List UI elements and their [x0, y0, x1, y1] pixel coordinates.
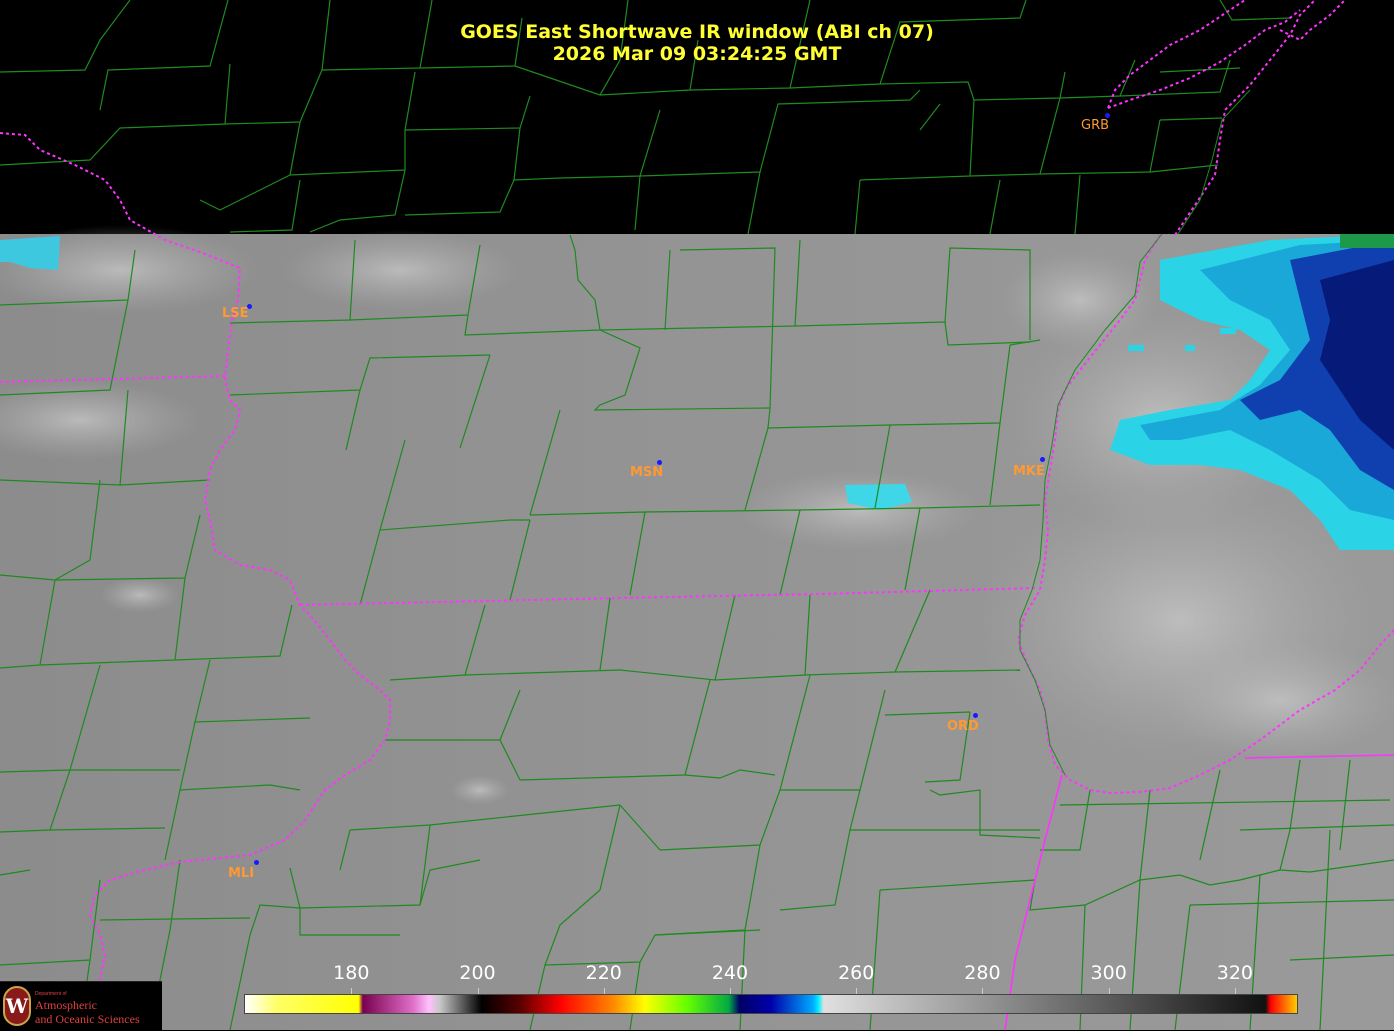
station-dot-mke — [1040, 457, 1045, 462]
station-label-grb: GRB — [1081, 118, 1110, 133]
station-label-msn: MSN — [630, 465, 664, 480]
colorbar-tick-label: 180 — [333, 962, 370, 984]
colorbar-tick-label: 240 — [711, 962, 749, 984]
station-dot-ord — [973, 713, 978, 718]
colorbar-tick-label: 300 — [1090, 962, 1127, 984]
station-dot-mli — [254, 860, 259, 865]
aos-logo: W Department of Atmospheric and Oceanic … — [0, 981, 162, 1031]
station-label-mli: MLI — [228, 866, 255, 881]
station-label-lse: LSE — [222, 306, 249, 321]
satellite-map — [0, 0, 1394, 1030]
station-label-mke: MKE — [1013, 464, 1045, 479]
uw-seal-icon: W — [3, 986, 31, 1026]
colorbar-tick-mark — [856, 988, 858, 994]
colorbar-tick-label: 320 — [1216, 962, 1254, 984]
map-title: GOES East Shortwave IR window (ABI ch 07… — [460, 21, 934, 43]
colorbar-tick-mark — [603, 988, 605, 994]
colorbar-tick-mark — [729, 988, 731, 994]
colorbar-tick-label: 220 — [585, 962, 622, 984]
logo-atmospheric: Atmospheric — [35, 998, 97, 1012]
temperature-colorbar — [244, 994, 1298, 1014]
colorbar-tick-mark — [1234, 988, 1236, 994]
station-label-ord: ORD — [947, 719, 979, 734]
logo-department: Department of — [35, 991, 67, 997]
logo-oceanic: and Oceanic Sciences — [35, 1012, 140, 1026]
colorbar-tick-mark — [982, 988, 984, 994]
colorbar-tick-label: 260 — [838, 962, 875, 984]
colorbar-tick-mark — [477, 988, 479, 994]
colorbar-tick-label: 280 — [964, 962, 1001, 984]
colorbar-tick-label: 200 — [459, 962, 496, 984]
map-timestamp: 2026 Mar 09 03:24:25 GMT — [552, 43, 842, 65]
colorbar-tick-mark — [1108, 988, 1110, 994]
colorbar-tick-mark — [351, 988, 353, 994]
